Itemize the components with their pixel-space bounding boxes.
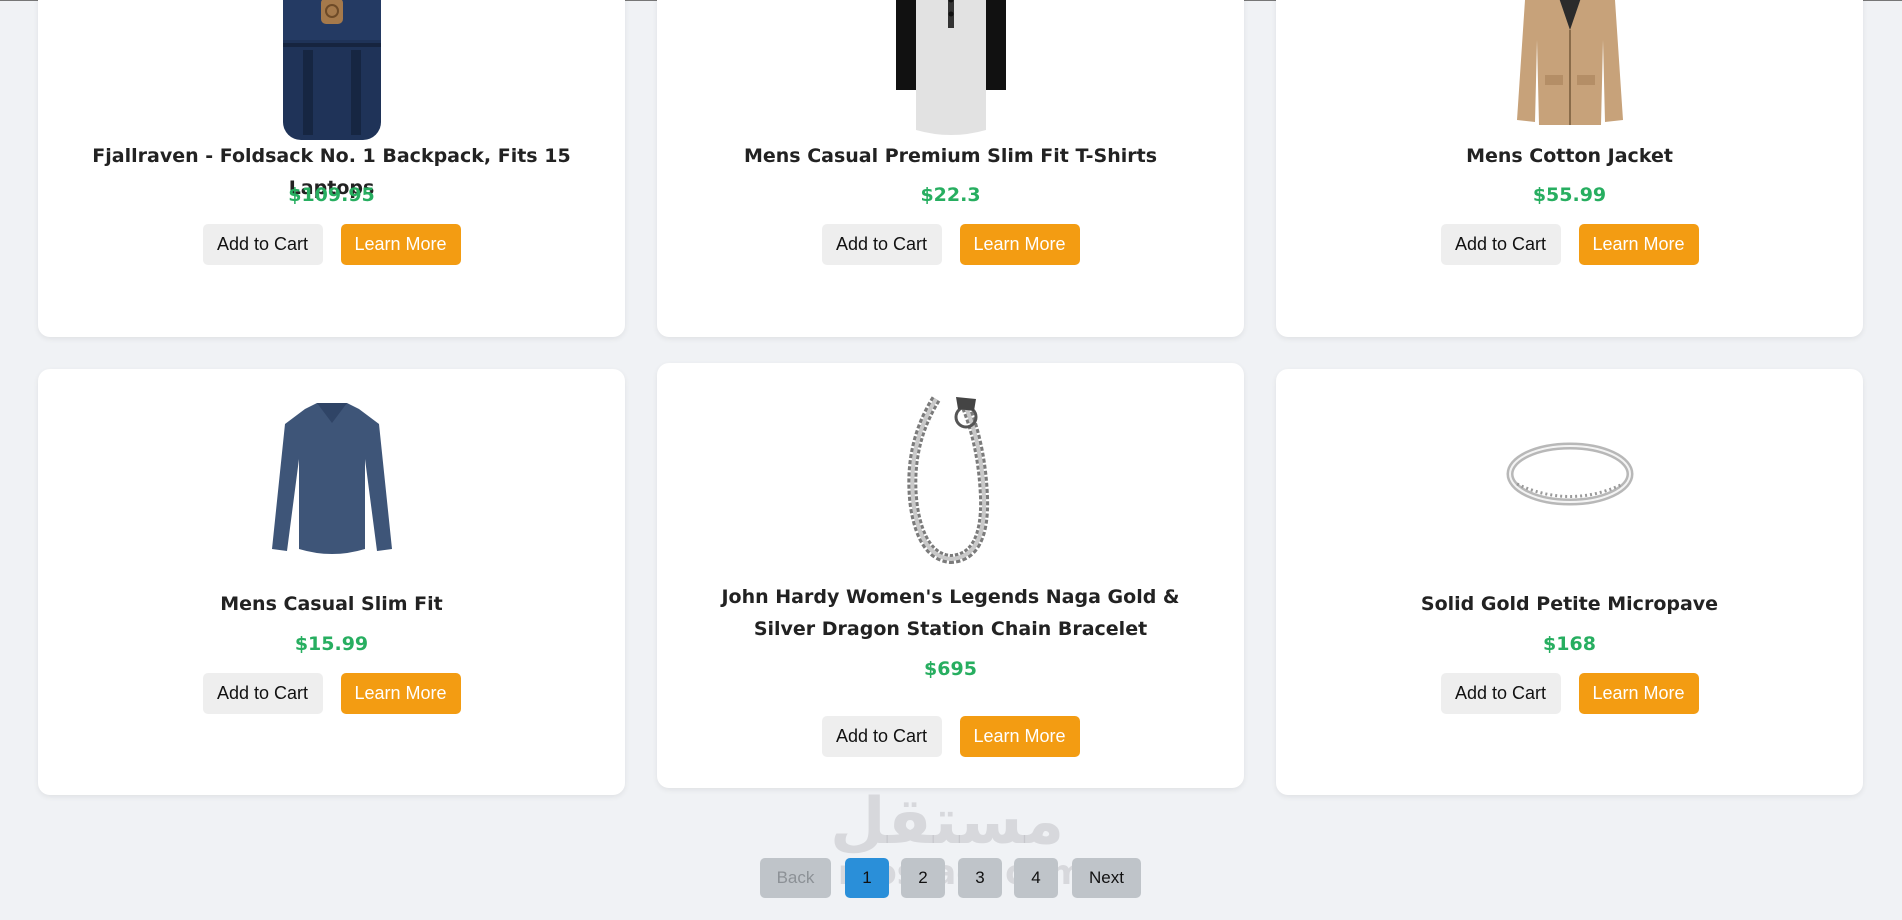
page-1-button[interactable]: 1 bbox=[845, 858, 889, 898]
product-price: $55.99 bbox=[1532, 184, 1607, 206]
product-card: Fjallraven - Foldsack No. 1 Backpack, Fi… bbox=[38, 0, 625, 337]
product-image-cotton-jacket bbox=[1276, 0, 1863, 140]
product-title: Solid Gold Petite Micropave bbox=[1420, 593, 1719, 615]
learn-more-button[interactable]: Learn More bbox=[1578, 224, 1699, 265]
learn-more-button[interactable]: Learn More bbox=[959, 716, 1080, 757]
add-to-cart-button[interactable]: Add to Cart bbox=[821, 716, 942, 757]
learn-more-button[interactable]: Learn More bbox=[340, 673, 461, 714]
product-card: John Hardy Women's Legends Naga Gold & S… bbox=[657, 363, 1244, 788]
watermark-arabic: مستقل bbox=[830, 785, 1065, 859]
add-to-cart-button[interactable]: Add to Cart bbox=[821, 224, 942, 265]
next-button[interactable]: Next bbox=[1072, 858, 1141, 898]
product-price: $22.3 bbox=[920, 184, 981, 206]
product-title: Mens Cotton Jacket bbox=[1466, 145, 1673, 167]
product-price: $168 bbox=[1543, 633, 1596, 655]
product-price: $109.95 bbox=[288, 184, 375, 206]
product-image-long-sleeve-shirt bbox=[38, 399, 625, 559]
product-price: $15.99 bbox=[294, 633, 369, 655]
product-image-micropave-ring bbox=[1276, 439, 1863, 509]
product-title: John Hardy Women's Legends Naga Gold & S… bbox=[721, 586, 1180, 640]
add-to-cart-button[interactable]: Add to Cart bbox=[1440, 224, 1561, 265]
product-price: $695 bbox=[924, 658, 977, 680]
page-4-button[interactable]: 4 bbox=[1014, 858, 1058, 898]
page-3-button[interactable]: 3 bbox=[958, 858, 1002, 898]
product-image-backpack bbox=[38, 0, 625, 140]
back-button[interactable]: Back bbox=[760, 858, 831, 898]
learn-more-button[interactable]: Learn More bbox=[1578, 673, 1699, 714]
product-card: Mens Casual Premium Slim Fit T-Shirts $2… bbox=[657, 0, 1244, 337]
product-image-dragon-bracelet bbox=[657, 387, 1244, 567]
product-title: Mens Casual Slim Fit bbox=[220, 593, 443, 615]
learn-more-button[interactable]: Learn More bbox=[340, 224, 461, 265]
learn-more-button[interactable]: Learn More bbox=[959, 224, 1080, 265]
product-card: Solid Gold Petite Micropave $168 Add to … bbox=[1276, 369, 1863, 795]
product-image-raglan-tshirt bbox=[657, 0, 1244, 140]
product-card: Mens Casual Slim Fit $15.99 Add to Cart … bbox=[38, 369, 625, 795]
product-title: Mens Casual Premium Slim Fit T-Shirts bbox=[743, 145, 1158, 167]
add-to-cart-button[interactable]: Add to Cart bbox=[202, 673, 323, 714]
add-to-cart-button[interactable]: Add to Cart bbox=[202, 224, 323, 265]
product-card: Mens Cotton Jacket $55.99 Add to Cart Le… bbox=[1276, 0, 1863, 337]
page-2-button[interactable]: 2 bbox=[901, 858, 945, 898]
add-to-cart-button[interactable]: Add to Cart bbox=[1440, 673, 1561, 714]
